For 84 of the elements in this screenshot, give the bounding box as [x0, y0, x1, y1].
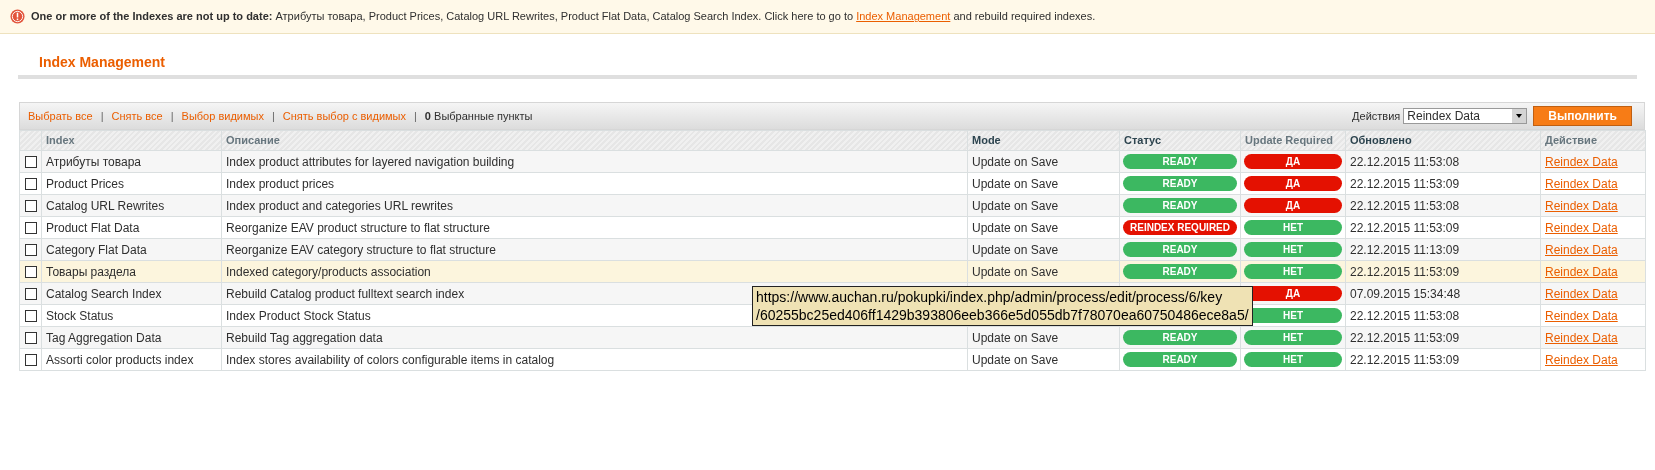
table-cell: Indexed category/products association [221, 260, 968, 283]
table-cell: Assorti color products index [41, 348, 222, 371]
column-header[interactable]: Действие [1540, 130, 1646, 151]
table-cell: 22.12.2015 11:53:09 [1345, 326, 1541, 349]
row-checkbox[interactable] [24, 266, 37, 279]
table-cell: 22.12.2015 11:53:08 [1345, 150, 1541, 173]
status-badge: READY [1123, 330, 1237, 345]
table-cell: Update on Save [967, 238, 1120, 261]
table-cell: 22.12.2015 11:13:09 [1345, 238, 1541, 261]
column-header[interactable]: Index [41, 130, 222, 151]
status-badge: READY [1123, 154, 1237, 169]
table-cell: Product Flat Data [41, 216, 222, 239]
update-badge: НЕТ [1244, 352, 1342, 367]
table-cell: Update on Save [967, 260, 1120, 283]
massaction-link[interactable]: Снять выбор с видимых [282, 107, 406, 125]
error-icon [10, 9, 25, 24]
table-cell: Index stores availability of colors configurable items in catalog [221, 348, 968, 371]
table-cell: 07.09.2015 15:34:48 [1345, 282, 1541, 305]
update-badge: ДА [1244, 154, 1342, 169]
column-header: Обновлено [1345, 130, 1541, 151]
table-cell: Reorganize EAV category structure to flat structure [221, 238, 968, 261]
table-cell: 22.12.2015 11:53:09 [1345, 260, 1541, 283]
table-cell: 22.12.2015 11:53:09 [1345, 348, 1541, 371]
row-checkbox[interactable] [24, 156, 37, 169]
separator: | [414, 108, 417, 124]
row-checkbox[interactable] [24, 178, 37, 191]
submit-button[interactable]: Выполнить [1533, 106, 1632, 126]
table-cell: Update on Save [967, 348, 1120, 371]
column-header: Статус [1119, 130, 1241, 151]
table-cell: Catalog Search Index [41, 282, 222, 305]
table-cell: Update on Save [967, 172, 1120, 195]
table-cell: Product Prices [41, 172, 222, 195]
update-badge: НЕТ [1244, 220, 1342, 235]
update-badge: ДА [1244, 198, 1342, 213]
table-cell: Атрибуты товара [41, 150, 222, 173]
table-cell: Tag Aggregation Data [41, 326, 222, 349]
separator: | [100, 108, 104, 124]
massaction-link[interactable]: Снять все [111, 107, 163, 125]
table-cell: Index product and categories URL rewrites [221, 194, 968, 217]
table-cell: 22.12.2015 11:53:08 [1345, 304, 1541, 327]
row-checkbox[interactable] [24, 310, 37, 323]
table-cell: Update on Save [967, 194, 1120, 217]
row-checkbox[interactable] [24, 354, 37, 367]
table-cell: 22.12.2015 11:53:09 [1345, 216, 1541, 239]
url-tooltip: https://www.auchan.ru/pokupki/index.php/admin/process/edit/process/6/key /60255bc25ed406ff1429b393806eeb366e5d055db7f78070ea60750486ece8a5/ [752, 286, 1253, 326]
row-checkbox[interactable] [24, 288, 37, 301]
row-checkbox[interactable] [24, 244, 37, 257]
status-badge: READY [1123, 264, 1237, 279]
row-checkbox[interactable] [24, 332, 37, 345]
table-cell: Catalog URL Rewrites [41, 194, 222, 217]
table-cell: 22.12.2015 11:53:08 [1345, 194, 1541, 217]
column-header: Mode [967, 130, 1120, 151]
selected-count: 0 Выбранные пункты [424, 108, 533, 124]
table-cell: Index product prices [221, 172, 968, 195]
massaction-link[interactable]: Выбрать все [28, 107, 93, 125]
status-badge: READY [1123, 198, 1237, 213]
actions-select[interactable]: Reindex Data [1403, 108, 1528, 124]
actions-label: Действия [1352, 108, 1401, 124]
row-checkbox[interactable] [24, 222, 37, 235]
table-cell: Category Flat Data [41, 238, 222, 261]
separator: | [170, 108, 174, 124]
table-cell: 22.12.2015 11:53:09 [1345, 172, 1541, 195]
warning-message: One or more of the Indexes are not up to date: Атрибуты товара, Product Prices, Catalog URL Rewrites, Product Flat Data, Catalog Search Index. Click here to go to Index Management and rebuild required indexes. [31, 9, 1096, 25]
status-badge: READY [1123, 176, 1237, 191]
table-cell: Товары раздела [41, 260, 222, 283]
table-cell: Index product attributes for layered navigation building [221, 150, 968, 173]
page-title: Index Management [39, 53, 167, 72]
separator: | [271, 108, 275, 124]
status-badge: READY [1123, 242, 1237, 257]
index-management-link[interactable]: Index Management [856, 10, 951, 23]
table-cell: Update on Save [967, 216, 1120, 239]
update-badge: НЕТ [1244, 264, 1342, 279]
table-cell: Update on Save [967, 150, 1120, 173]
update-badge: НЕТ [1244, 242, 1342, 257]
update-badge: ДА [1244, 176, 1342, 191]
status-badge: REINDEX REQUIRED [1123, 220, 1237, 235]
table-cell: Stock Status [41, 304, 222, 327]
update-badge: НЕТ [1244, 330, 1342, 345]
table-cell: Reorganize EAV product structure to flat structure [221, 216, 968, 239]
column-header[interactable]: Update Required [1240, 130, 1346, 151]
row-checkbox[interactable] [24, 200, 37, 213]
massaction-link[interactable]: Выбор видимых [181, 107, 264, 125]
status-badge: READY [1123, 352, 1237, 367]
column-header[interactable]: Описание [221, 130, 968, 151]
